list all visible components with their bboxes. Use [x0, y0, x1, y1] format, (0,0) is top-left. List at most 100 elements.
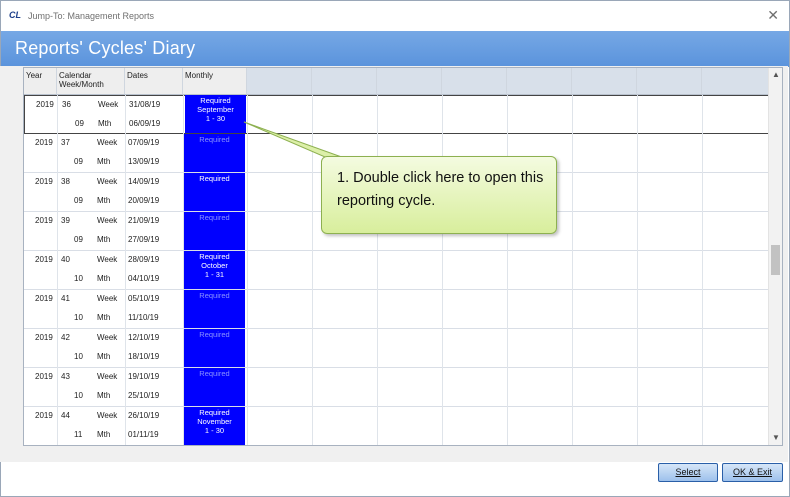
cell-month-no: 09: [75, 119, 84, 128]
cell-week-date: 19/10/19: [128, 372, 160, 381]
cell-month-date: 01/11/19: [128, 430, 159, 439]
table-row[interactable]: 2019 44 Week 26/10/19 11 Mth 01/11/19 Required N…: [24, 407, 769, 445]
header-calendar: Calendar Week/Month: [57, 68, 125, 95]
monthly-cycle-cell[interactable]: Required: [184, 134, 245, 172]
cell-month-label: Mth: [97, 430, 111, 439]
column-divider: [702, 95, 703, 445]
cell-year: 2019: [35, 216, 53, 225]
cell-week-no: 44: [61, 411, 70, 420]
monthly-cycle-cell[interactable]: Required: [184, 212, 245, 250]
cell-year: 2019: [36, 100, 54, 109]
cell-week-date: 26/10/19: [128, 411, 160, 420]
monthly-cycle-line: 1 - 31: [204, 270, 225, 279]
column-divider: [507, 95, 508, 445]
column-divider: [637, 95, 638, 445]
monthly-cycle-line: September: [197, 105, 234, 114]
cell-year: 2019: [35, 177, 53, 186]
monthly-cycle-cell[interactable]: Required October 1 - 31: [184, 251, 245, 289]
column-divider: [57, 95, 58, 445]
monthly-cycle-cell[interactable]: Required September 1 - 30: [185, 95, 246, 133]
column-divider: [572, 95, 573, 445]
monthly-cycle-line: Required: [200, 96, 231, 105]
monthly-cycle-cell[interactable]: Required: [184, 329, 245, 367]
cycles-grid: Year Calendar Week/Month Dates Monthly 2…: [23, 67, 783, 446]
cell-week-no: 40: [61, 255, 70, 264]
table-row[interactable]: 2019 36 Week 31/08/19 09 Mth 06/09/19 Required S…: [24, 95, 769, 134]
cell-week-label: Week: [97, 177, 118, 186]
cell-month-date: 27/09/19: [128, 235, 160, 244]
cell-month-date: 20/09/19: [128, 196, 160, 205]
cell-week-no: 43: [61, 372, 70, 381]
window-title: Jump-To: Management Reports: [28, 11, 155, 21]
monthly-cycle-cell[interactable]: Required: [184, 173, 245, 211]
cell-month-date: 18/10/19: [128, 352, 160, 361]
header-band: Reports' Cycles' Diary: [1, 31, 789, 67]
cell-month-no: 10: [74, 313, 83, 322]
cell-month-label: Mth: [97, 196, 111, 205]
monthly-cycle-line: Required: [199, 291, 230, 300]
monthly-cycle-line: 1 - 30: [205, 114, 226, 123]
cell-month-label: Mth: [97, 352, 111, 361]
cell-week-no: 36: [62, 100, 71, 109]
column-divider: [312, 95, 313, 445]
instruction-callout: 1. Double click here to open this report…: [321, 156, 557, 234]
ok-exit-button[interactable]: OK & Exit: [722, 463, 783, 482]
monthly-cycle-line: Required: [199, 408, 230, 417]
table-row[interactable]: 2019 40 Week 28/09/19 10 Mth 04/10/19 Required O…: [24, 251, 769, 290]
header-empty-4: [442, 68, 507, 95]
cell-month-label: Mth: [97, 157, 111, 166]
app-logo: CL: [9, 10, 21, 20]
cell-week-date: 28/09/19: [128, 255, 160, 264]
header-empty-6: [572, 68, 637, 95]
header-dates: Dates: [125, 68, 183, 95]
cell-week-label: Week: [97, 255, 118, 264]
cell-week-label: Week: [97, 294, 118, 303]
cell-month-no: 10: [74, 274, 83, 283]
monthly-cycle-line: Required: [199, 252, 230, 261]
cell-week-date: 12/10/19: [128, 333, 160, 342]
monthly-cycle-cell[interactable]: Required November 1 - 30: [184, 407, 245, 445]
cell-year: 2019: [35, 372, 53, 381]
column-divider: [247, 95, 248, 445]
cell-week-no: 42: [61, 333, 70, 342]
cell-month-label: Mth: [97, 274, 111, 283]
cell-month-no: 09: [74, 235, 83, 244]
vertical-scrollbar[interactable]: ▲ ▼: [768, 68, 782, 445]
monthly-cycle-line: Required: [199, 330, 230, 339]
cell-month-date: 04/10/19: [128, 274, 160, 283]
cell-week-date: 05/10/19: [128, 294, 160, 303]
cell-year: 2019: [35, 294, 53, 303]
header-empty-5: [507, 68, 572, 95]
cell-year: 2019: [35, 411, 53, 420]
monthly-cycle-cell[interactable]: Required: [184, 368, 245, 406]
cell-week-date: 07/09/19: [128, 138, 160, 147]
cell-week-no: 39: [61, 216, 70, 225]
close-icon[interactable]: ✕: [767, 8, 779, 22]
monthly-cycle-cell[interactable]: Required: [184, 290, 245, 328]
ok-exit-button-label: OK & Exit: [732, 467, 772, 477]
select-button[interactable]: Select: [658, 463, 718, 482]
table-row[interactable]: 2019 41 Week 05/10/19 10 Mth 11/10/19 Required: [24, 290, 769, 329]
scroll-up-icon[interactable]: ▲: [769, 68, 782, 82]
cell-month-label: Mth: [97, 391, 111, 400]
column-divider: [377, 95, 378, 445]
cell-month-no: 11: [74, 430, 83, 439]
monthly-cycle-line: Required: [199, 174, 230, 183]
table-row[interactable]: 2019 43 Week 19/10/19 10 Mth 25/10/19 Required: [24, 368, 769, 407]
header-empty-1: [247, 68, 312, 95]
scroll-thumb[interactable]: [771, 245, 780, 275]
monthly-cycle-line: Required: [199, 369, 230, 378]
cell-month-label: Mth: [97, 313, 111, 322]
cell-week-no: 38: [61, 177, 70, 186]
callout-text: 1. Double click here to open this report…: [337, 170, 544, 209]
header-empty-8: [702, 68, 769, 95]
select-button-label: Select: [675, 467, 701, 477]
header-empty-3: [377, 68, 442, 95]
table-row[interactable]: 2019 42 Week 12/10/19 10 Mth 18/10/19 Required: [24, 329, 769, 368]
monthly-cycle-line: November: [197, 417, 232, 426]
header-monthly: Monthly: [183, 68, 247, 95]
page-title: Reports' Cycles' Diary: [15, 38, 196, 58]
cell-month-no: 09: [74, 157, 83, 166]
scroll-down-icon[interactable]: ▼: [769, 431, 782, 445]
cell-month-date: 13/09/19: [128, 157, 160, 166]
